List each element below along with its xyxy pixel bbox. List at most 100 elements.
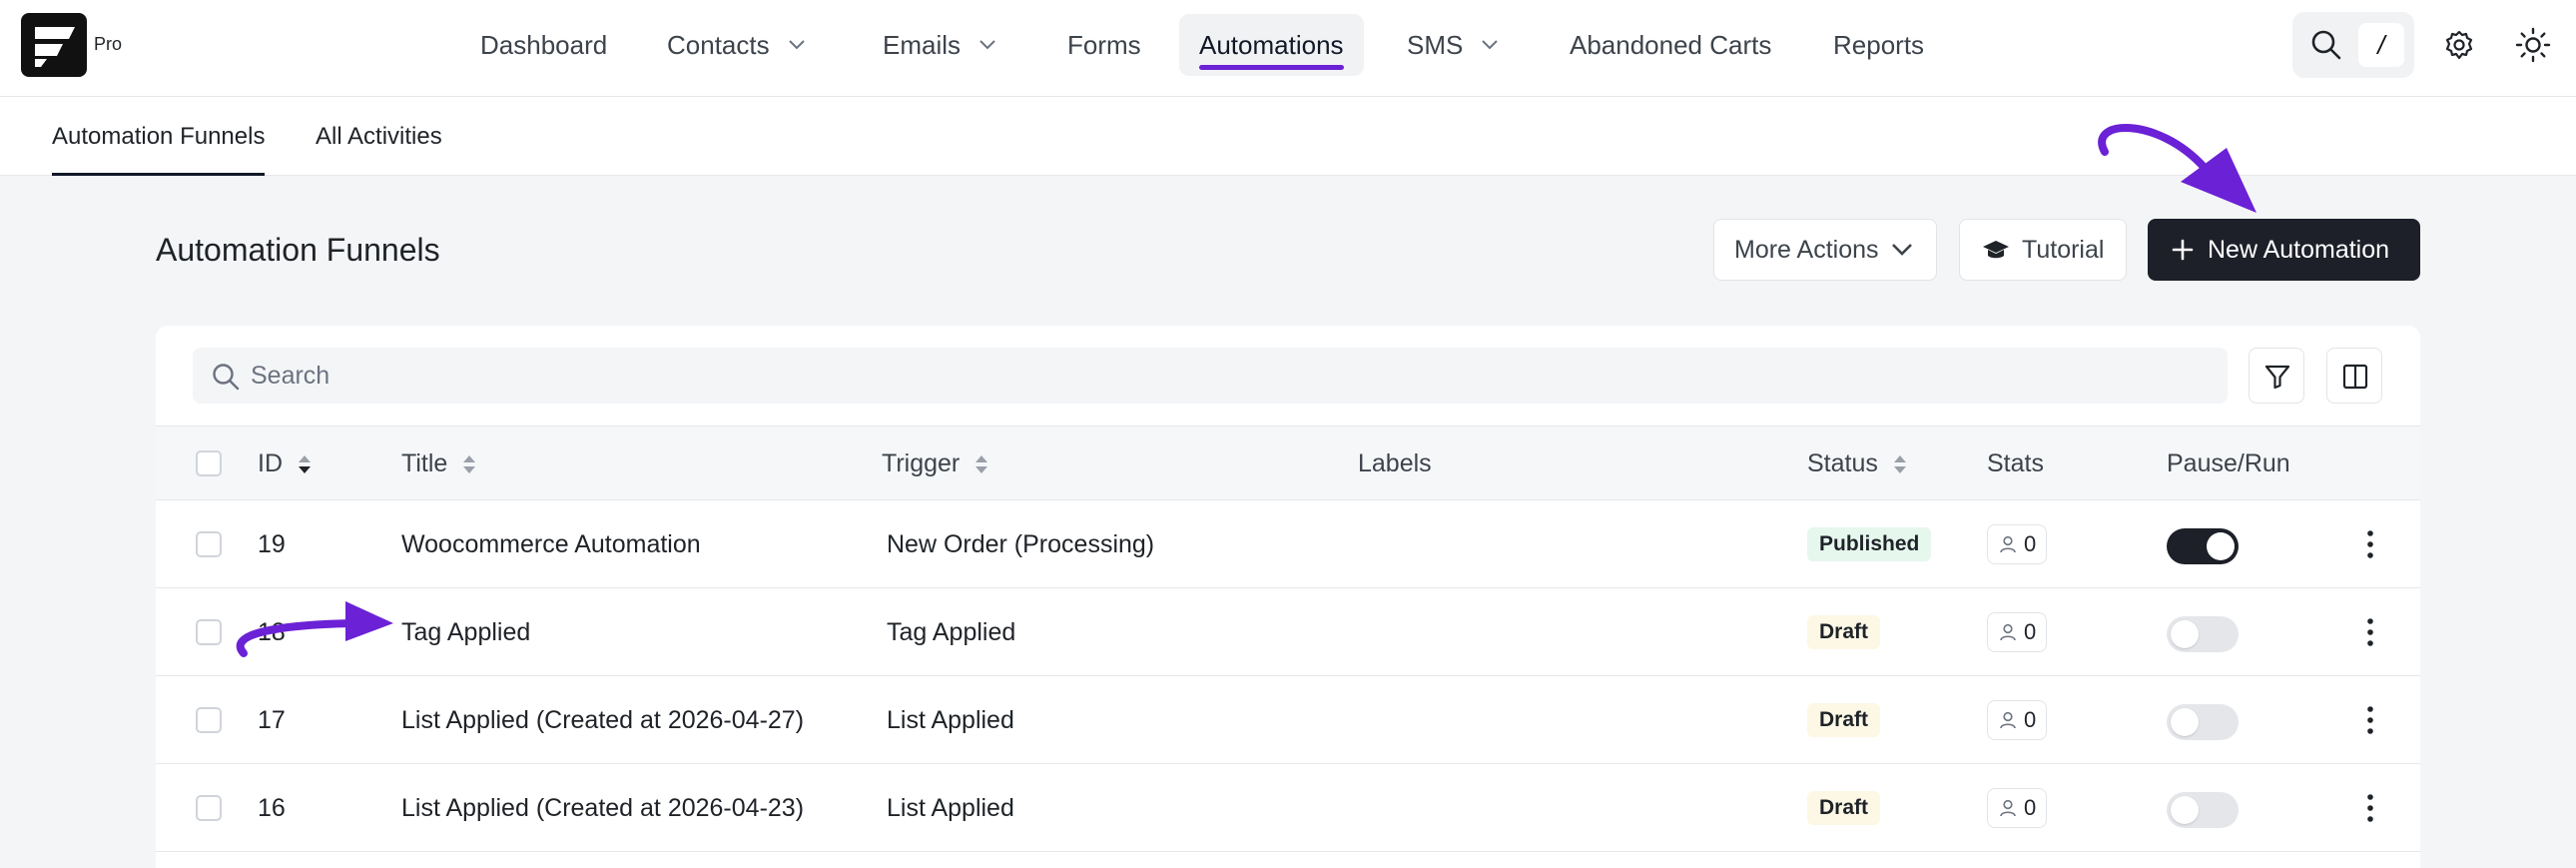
search-icon [213,364,240,391]
table-row[interactable]: 16 List Applied (Created at 2026-04-23) … [156,764,2420,852]
row-checkbox[interactable] [196,707,222,733]
more-options-icon[interactable] [2360,528,2380,560]
nav-contacts[interactable]: Contacts [647,14,826,76]
user-icon [2000,711,2016,729]
nav-dashboard[interactable]: Dashboard [460,14,627,76]
table-row[interactable]: 17 List Applied (Created at 2026-04-27) … [156,676,2420,764]
nav-label: Automations [1199,29,1344,60]
column-header-stats: Stats [1987,449,2044,477]
column-header-trigger[interactable]: Trigger [882,427,989,501]
plus-icon [2172,239,2194,261]
row-id: 17 [258,705,286,734]
nav-label: Forms [1067,29,1141,60]
column-header-label: ID [258,449,283,477]
page-title: Automation Funnels [156,232,440,268]
status-badge: Published [1807,527,1932,561]
column-header-id[interactable]: ID [258,427,313,501]
nav-automations[interactable]: Automations [1179,14,1364,76]
row-title-link[interactable]: Tag Applied [401,588,530,676]
row-checkbox[interactable] [196,531,222,557]
app-logo[interactable] [21,13,87,77]
table-row[interactable]: 19 Woocommerce Automation New Order (Pro… [156,500,2420,588]
stats-count: 0 [2024,795,2037,820]
row-trigger: List Applied [887,705,1014,734]
nav-forms[interactable]: Forms [1047,14,1161,76]
gear-icon[interactable] [2442,28,2476,62]
columns-toggle-button[interactable] [2326,348,2382,404]
filter-button[interactable] [2249,348,2304,404]
tutorial-button[interactable]: Tutorial [1959,219,2127,281]
pause-run-toggle[interactable] [2167,616,2239,652]
toggle-knob [2171,620,2199,648]
nav-label: Dashboard [480,29,608,60]
pause-run-toggle[interactable] [2167,704,2239,740]
column-header-label: Status [1807,449,1878,477]
pause-run-toggle[interactable] [2167,528,2239,564]
columns-icon [2342,364,2368,390]
more-actions-label: More Actions [1734,235,1879,264]
tab-all-activities[interactable]: All Activities [316,97,442,176]
more-options-icon[interactable] [2360,616,2380,648]
row-trigger: New Order (Processing) [887,529,1155,558]
active-underline [1199,65,1344,70]
user-icon [2000,535,2016,553]
graduation-cap-icon [1983,241,2009,259]
search-input[interactable] [251,348,2208,404]
stats-badge[interactable]: 0 [1987,788,2048,828]
stats-count: 0 [2024,531,2037,556]
tab-automation-funnels[interactable]: Automation Funnels [52,97,266,176]
top-navbar: Pro Dashboard Contacts Emails Forms Auto… [0,0,2576,97]
tutorial-label: Tutorial [2022,235,2105,264]
more-options-icon[interactable] [2360,704,2380,736]
row-title-link[interactable]: Woocommerce Automation [401,500,701,588]
logo-mark-icon [35,27,75,67]
row-title-link[interactable]: List Applied (Created at 2026-04-27) [401,676,804,764]
search-icon[interactable] [2309,28,2343,62]
nav-sms[interactable]: SMS [1387,14,1519,76]
row-title-link[interactable]: List Applied (Created at 2026-04-23) [401,764,804,852]
chevron-down-icon [979,40,995,50]
status-badge: Draft [1807,615,1881,649]
pause-run-toggle[interactable] [2167,792,2239,828]
sub-tabs: Automation Funnels All Activities [0,97,2576,176]
logo-subtitle: Pro [94,34,123,54]
new-automation-button[interactable]: New Automation [2148,219,2420,281]
table-row[interactable]: 18 Tag Applied Tag Applied Draft 0 [156,588,2420,676]
row-trigger: List Applied [887,793,1014,822]
sort-icon [975,454,988,473]
user-icon [2000,799,2016,817]
chevron-down-icon [1891,244,1912,256]
stats-badge[interactable]: 0 [1987,700,2048,740]
column-header-status[interactable]: Status [1807,427,1908,501]
stats-count: 0 [2024,707,2037,732]
stats-badge[interactable]: 0 [1987,612,2048,652]
nav-emails[interactable]: Emails [863,14,1016,76]
toggle-knob [2171,796,2199,824]
status-badge: Draft [1807,703,1881,737]
row-id: 16 [258,793,286,822]
user-icon [2000,623,2016,641]
more-actions-button[interactable]: More Actions [1713,219,1937,281]
column-header-title[interactable]: Title [401,427,477,501]
nav-abandoned-carts[interactable]: Abandoned Carts [1550,14,1791,76]
nav-label: Abandoned Carts [1570,29,1772,60]
row-checkbox[interactable] [196,795,222,821]
nav-reports[interactable]: Reports [1813,14,1944,76]
stats-badge[interactable]: 0 [1987,524,2048,564]
search-shortcut-key[interactable]: / [2358,23,2404,67]
nav-label: Contacts [667,29,770,60]
nav-label: SMS [1407,29,1464,60]
chevron-down-icon [788,40,805,50]
column-header-pause-run: Pause/Run [2167,449,2290,477]
more-options-icon[interactable] [2360,792,2380,824]
chevron-down-icon [1482,40,1499,50]
toggle-knob [2171,708,2199,736]
column-header-label: Trigger [882,449,961,477]
row-id: 18 [258,617,286,646]
row-checkbox[interactable] [196,619,222,645]
new-automation-label: New Automation [2208,235,2390,264]
filter-icon [2264,365,2290,390]
automation-table-card: ID Title Trigger Labels Status Stats Pau… [156,326,2420,868]
sun-icon[interactable] [2514,26,2552,64]
select-all-checkbox[interactable] [196,450,222,476]
